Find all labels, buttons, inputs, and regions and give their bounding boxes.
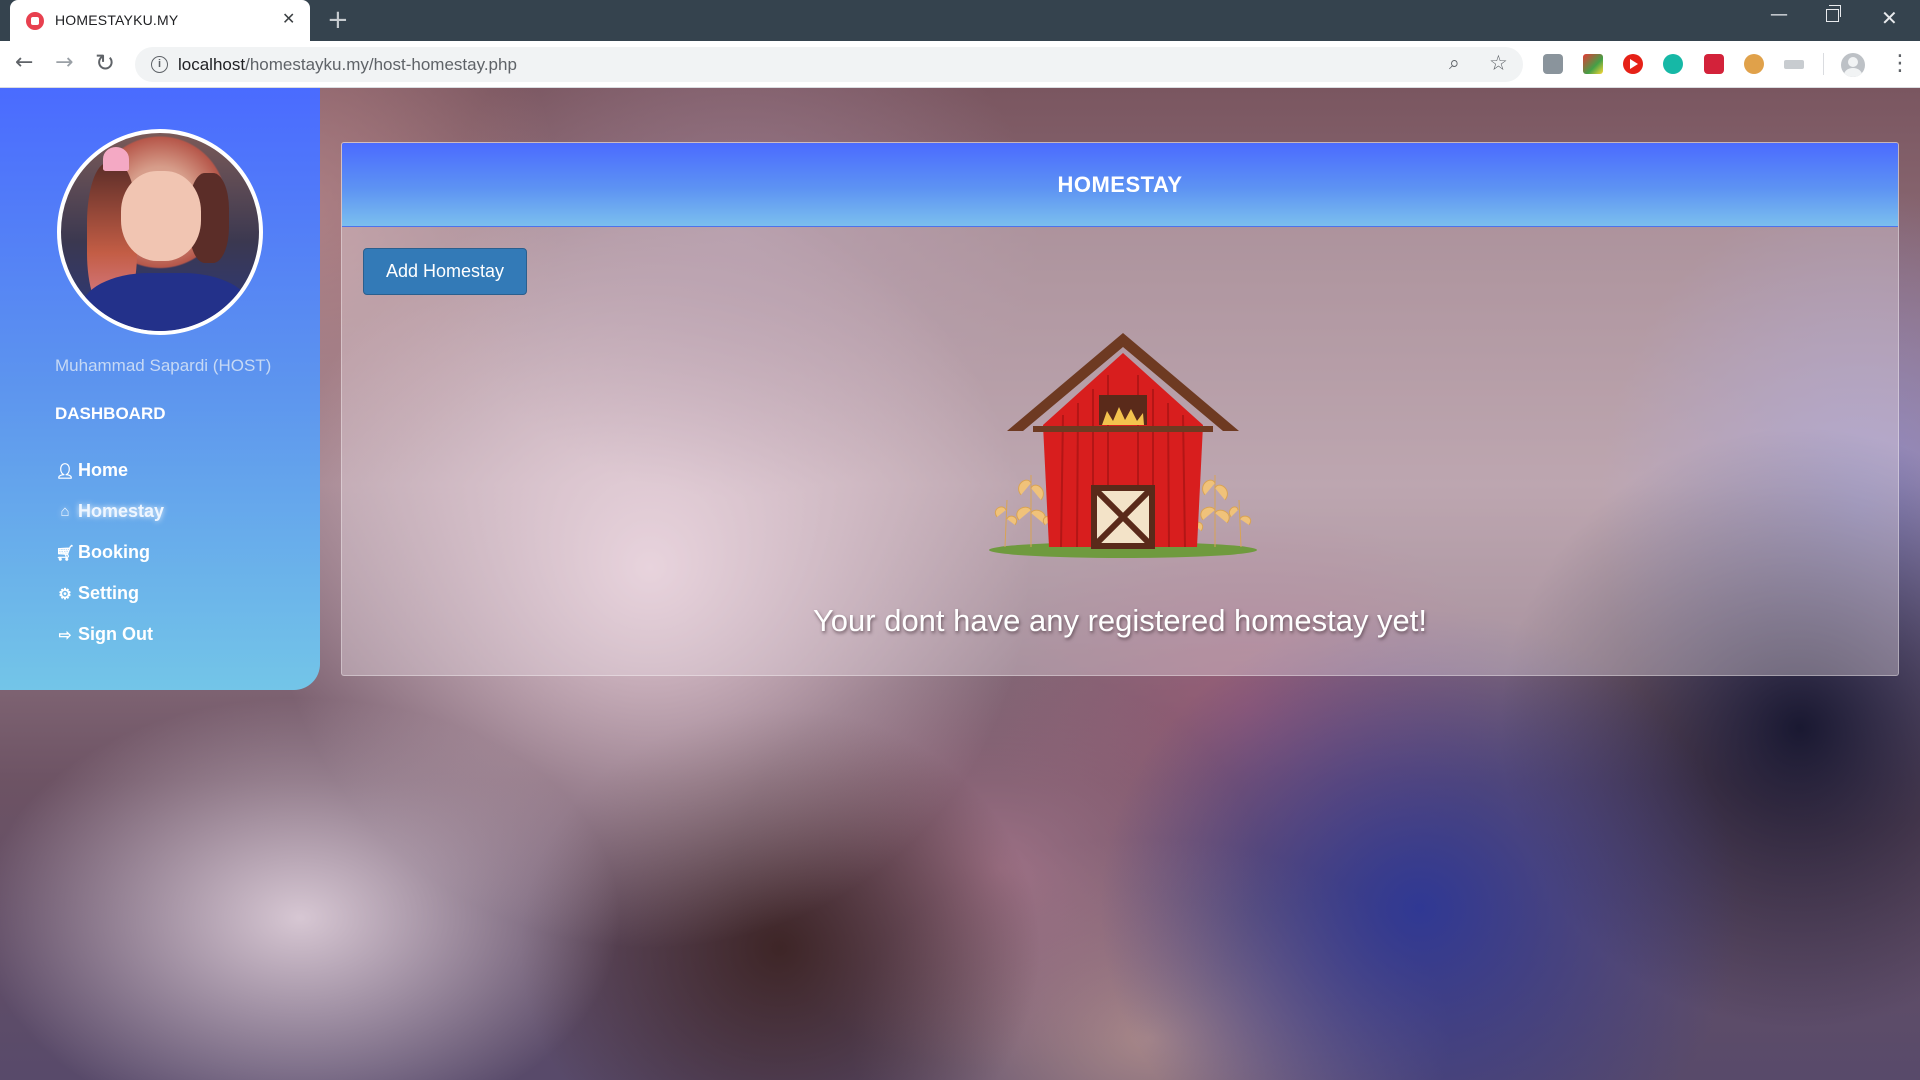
- cart-icon: 🛒︎: [55, 544, 75, 562]
- sign-out-icon: ⇨: [58, 626, 72, 644]
- panel-header: HOMESTAY: [342, 143, 1898, 227]
- sidebar-item-label: Sign Out: [78, 624, 153, 644]
- add-homestay-button[interactable]: Add Homestay: [363, 248, 527, 295]
- avatar-headband: [103, 147, 129, 171]
- avatar-shirt: [81, 273, 251, 331]
- browser-title-bar: HOMESTAYKU.MY ✕ + — ✕: [0, 0, 1920, 41]
- user-name: Muhammad Sapardi (HOST): [55, 356, 272, 375]
- url-host: localhost: [178, 55, 246, 74]
- avatar: [57, 129, 263, 335]
- browser-menu-icon[interactable]: ⋮: [1889, 51, 1911, 77]
- page-viewport: Muhammad Sapardi (HOST) DASHBOARD 👤︎ Hom…: [0, 88, 1920, 1080]
- sidebar-item-booking[interactable]: 🛒︎ Booking: [55, 532, 164, 573]
- cookie-extension-icon[interactable]: [1744, 54, 1764, 74]
- sidebar-item-label: Setting: [78, 583, 139, 603]
- address-url[interactable]: localhost/homestayku.my/host-homestay.ph…: [178, 55, 517, 75]
- tab-close-icon[interactable]: ✕: [282, 10, 295, 28]
- sidebar: Muhammad Sapardi (HOST) DASHBOARD 👤︎ Hom…: [0, 88, 320, 690]
- teal-extension-icon[interactable]: [1663, 54, 1683, 74]
- grey-extension-icon[interactable]: [1784, 60, 1804, 69]
- sidebar-item-setting[interactable]: ⚙ Setting: [55, 573, 164, 614]
- sidebar-item-label: Homestay: [78, 501, 165, 521]
- profile-avatar-icon[interactable]: [1841, 53, 1865, 77]
- extension-icon-1[interactable]: [1543, 54, 1563, 74]
- user-icon: 👤︎: [55, 462, 75, 480]
- red-extension-icon[interactable]: [1704, 54, 1724, 74]
- empty-state-message: Your dont have any registered homestay y…: [812, 603, 1428, 638]
- sidebar-menu: 👤︎ Home ⌂ Homestay 🛒︎ Booking ⚙ Setting …: [55, 450, 164, 655]
- window-restore-icon[interactable]: [1826, 5, 1841, 22]
- gear-icon: ⚙: [58, 585, 72, 603]
- youtube-extension-icon[interactable]: [1623, 54, 1643, 74]
- site-info-icon[interactable]: i: [151, 56, 168, 73]
- reload-icon[interactable]: ↻: [95, 50, 115, 76]
- browser-tab[interactable]: HOMESTAYKU.MY ✕: [10, 0, 310, 41]
- zoom-icon[interactable]: ⌕: [1449, 52, 1460, 74]
- sidebar-item-home[interactable]: 👤︎ Home: [55, 450, 164, 491]
- homestay-panel: HOMESTAY Add Homestay Your dont have any…: [341, 142, 1899, 676]
- sidebar-item-sign-out[interactable]: ⇨ Sign Out: [55, 614, 164, 655]
- new-tab-plus-icon[interactable]: +: [327, 5, 349, 35]
- back-arrow-icon[interactable]: ←: [15, 50, 33, 76]
- tab-title: HOMESTAYKU.MY: [55, 12, 179, 28]
- page-title: HOMESTAY: [1057, 172, 1183, 197]
- house-icon: ⌂: [60, 503, 70, 520]
- window-close-icon[interactable]: ✕: [1881, 6, 1898, 30]
- bookmark-star-icon[interactable]: ☆: [1489, 51, 1508, 75]
- address-bar[interactable]: i localhost/homestayku.my/host-homestay.…: [135, 47, 1523, 82]
- extension-icon-2[interactable]: [1583, 54, 1603, 74]
- dashboard-title: DASHBOARD: [55, 404, 166, 423]
- sidebar-item-homestay[interactable]: ⌂ Homestay: [55, 491, 164, 532]
- forward-arrow-icon[interactable]: →: [55, 50, 73, 76]
- avatar-face: [121, 171, 201, 261]
- sidebar-item-label: Home: [78, 460, 129, 480]
- url-path: /homestayku.my/host-homestay.php: [245, 55, 517, 74]
- site-favicon-icon: [26, 12, 44, 30]
- toolbar-separator: [1823, 53, 1824, 75]
- barn-icon: [989, 333, 1257, 558]
- sidebar-item-label: Booking: [78, 542, 150, 562]
- window-minimize-icon[interactable]: —: [1770, 4, 1788, 25]
